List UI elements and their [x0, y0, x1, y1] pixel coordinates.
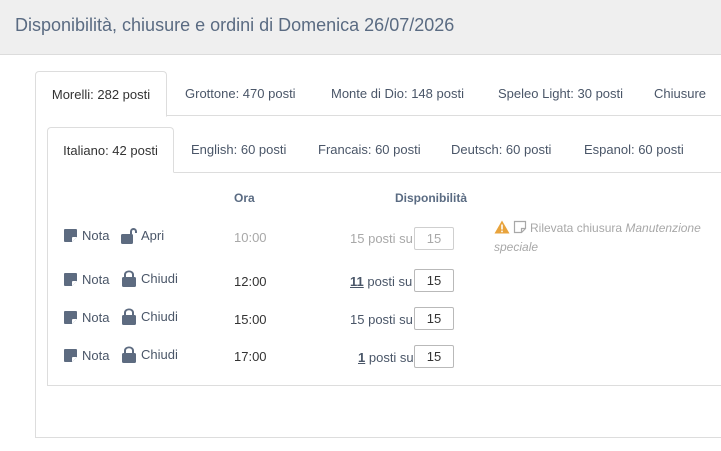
tab-label: Grottone: 470 posti	[185, 86, 296, 101]
availability-suffix: posti su	[368, 350, 414, 365]
capacity-input[interactable]	[414, 269, 454, 292]
available-count: 15	[350, 312, 365, 327]
note-label: Nota	[82, 348, 110, 363]
slot-time: 17:00	[234, 349, 267, 364]
note-label: Nota	[82, 228, 110, 243]
unlock-icon	[121, 228, 137, 244]
close-slot-button[interactable]: Chiudi	[121, 270, 178, 287]
capacity-input[interactable]	[414, 307, 454, 330]
page-header: Disponibilità, chiusure e ordini di Dome…	[0, 0, 721, 55]
tab-label: Espanol: 60 posti	[584, 142, 684, 157]
note-outline-icon	[513, 220, 527, 234]
lock-label: Chiudi	[141, 347, 178, 362]
slot-availability: 15 posti su	[350, 312, 413, 327]
open-slot-button[interactable]: Apri	[121, 227, 164, 244]
availability-suffix: posti su	[368, 312, 413, 327]
slot-time: 15:00	[234, 312, 267, 327]
tab-label: Chiusure	[654, 86, 707, 101]
lock-label: Chiudi	[141, 309, 178, 324]
tab-label: Monte di Dio: 148 posti	[331, 86, 464, 101]
tab-label: Morelli: 282 posti	[51, 87, 151, 102]
tab-label: Speleo Light: 30 posti	[498, 86, 624, 101]
slot-time: 12:00	[234, 274, 267, 289]
tab-grottone[interactable]: Grottone: 470 posti	[185, 71, 296, 116]
note-icon	[64, 311, 77, 324]
tab-speleo-light[interactable]: Speleo Light: 30 posti	[498, 71, 623, 116]
language-tabs: Italiano: 42 posti English: 60 posti Fra…	[47, 127, 721, 173]
tab-chiusure[interactable]: Chiusure	[654, 71, 706, 116]
column-header-time: Ora	[234, 191, 255, 205]
slot-availability: 15 posti su	[350, 231, 413, 246]
available-count-link[interactable]: 11	[350, 274, 364, 289]
note-label: Nota	[82, 272, 110, 287]
tab-english[interactable]: English: 60 posti	[191, 127, 286, 172]
lock-icon	[122, 308, 136, 325]
lock-label: Chiudi	[141, 271, 178, 286]
available-count: 15	[350, 231, 365, 246]
tab-monte-di-dio[interactable]: Monte di Dio: 148 posti	[331, 71, 464, 116]
close-slot-button[interactable]: Chiudi	[121, 308, 178, 325]
tab-italiano[interactable]: Italiano: 42 posti	[47, 127, 174, 173]
slot-availability: 11 posti su	[350, 274, 412, 289]
slot-availability: 1 posti su	[358, 350, 414, 365]
available-count-link[interactable]: 1	[358, 350, 365, 365]
capacity-input[interactable]	[414, 227, 454, 250]
tab-label: Francais: 60 posti	[318, 142, 421, 157]
warning-icon	[494, 220, 510, 234]
tab-deutsch[interactable]: Deutsch: 60 posti	[451, 127, 551, 172]
column-header-availability: Disponibilità	[395, 191, 467, 205]
availability-suffix: posti su	[368, 231, 413, 246]
tab-label: English: 60 posti	[191, 142, 287, 157]
tab-espanol[interactable]: Espanol: 60 posti	[584, 127, 684, 172]
lock-icon	[122, 346, 136, 363]
note-label: Nota	[82, 310, 110, 325]
lock-label: Apri	[141, 228, 165, 243]
slot-time: 10:00	[234, 230, 267, 245]
note-button[interactable]: Nota	[63, 310, 109, 325]
capacity-input[interactable]	[414, 345, 454, 368]
note-icon	[64, 349, 77, 362]
note-icon	[64, 229, 77, 242]
close-slot-button[interactable]: Chiudi	[121, 346, 178, 363]
tab-label: Deutsch: 60 posti	[451, 142, 552, 157]
note-icon	[64, 273, 77, 286]
tab-label: Italiano: 42 posti	[63, 143, 158, 158]
tab-francais[interactable]: Francais: 60 posti	[318, 127, 421, 172]
lock-icon	[122, 270, 136, 287]
note-button[interactable]: Nota	[63, 348, 109, 363]
note-button[interactable]: Nota	[63, 228, 109, 243]
availability-suffix: posti su	[367, 274, 413, 289]
note-button[interactable]: Nota	[63, 272, 109, 287]
page-title: Disponibilità, chiusure e ordini di Dome…	[15, 15, 455, 35]
tab-morelli[interactable]: Morelli: 282 posti	[35, 71, 167, 117]
closure-notice: Rilevata chiusura Manutenzione speciale	[494, 219, 721, 257]
closure-prefix: Rilevata chiusura	[530, 221, 623, 235]
location-tabs: Morelli: 282 posti Grottone: 470 posti M…	[35, 71, 721, 117]
